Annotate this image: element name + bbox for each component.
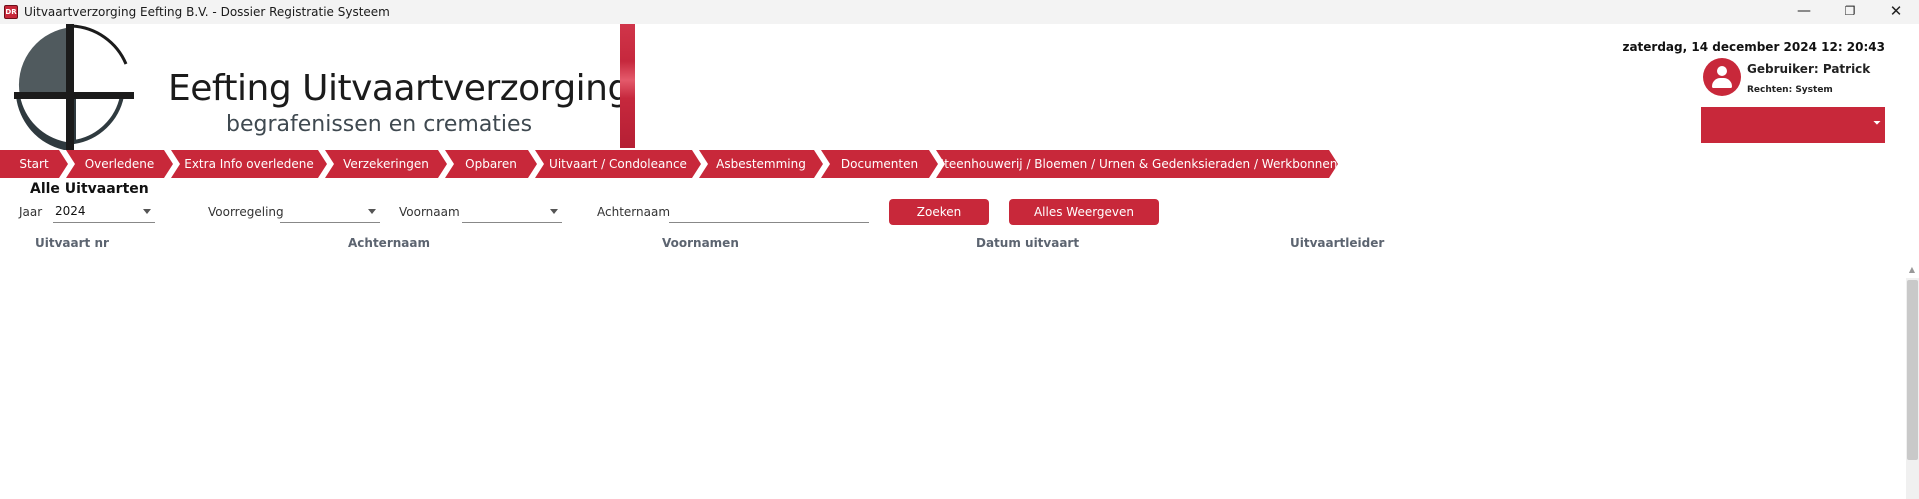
app-icon: DR [4,5,18,19]
logo-name: Eefting Uitvaartverzorging [168,68,630,109]
jaar-select[interactable]: 2024 [53,201,155,223]
user-avatar-icon [1703,58,1741,96]
nav-uitvaart-condoleance[interactable]: Uitvaart / Condoleance [535,150,701,178]
user-name: Gebruiker: Patrick [1747,62,1871,76]
chevron-down-icon: ⏷ [1873,118,1881,129]
voorregeling-label: Voorregeling [208,205,284,219]
chevron-down-icon [550,209,558,214]
nav-start[interactable]: Start [0,150,68,178]
voornaam-label: Voornaam [399,205,460,219]
scroll-up-icon[interactable]: ▲ [1906,263,1918,277]
zoeken-button[interactable]: Zoeken [889,199,989,225]
achternaam-input[interactable] [669,201,869,223]
achternaam-label: Achternaam [597,205,671,219]
chevron-down-icon [143,209,151,214]
main-nav: Start Overledene Extra Info overledene V… [0,150,1340,178]
column-header-datum-uitvaart[interactable]: Datum uitvaart [976,236,1079,250]
maximize-button[interactable]: ❐ [1827,0,1873,24]
nav-documenten[interactable]: Documenten [821,150,938,178]
jaar-label: Jaar [19,205,43,219]
company-logo: Eefting Uitvaartverzorging begrafenissen… [14,24,634,150]
nav-overledene[interactable]: Overledene [66,150,173,178]
page-title: Alle Uitvaarten [30,181,149,197]
column-header-achternaam[interactable]: Achternaam [348,236,430,250]
voornaam-select[interactable] [462,201,562,223]
alles-weergeven-button[interactable]: Alles Weergeven [1009,199,1159,225]
scrollbar-thumb[interactable] [1907,280,1918,460]
column-header-uitvaartleider[interactable]: Uitvaartleider [1290,236,1384,250]
window-title: Uitvaartverzorging Eefting B.V. - Dossie… [24,5,390,19]
decorative-strip [620,24,635,148]
nav-steenhouwerij-werkbonnen[interactable]: Steenhouwerij / Bloemen / Urnen & Gedenk… [936,150,1338,178]
logo-cross-icon [14,24,134,150]
user-menu-dropdown[interactable]: ⏷ [1701,107,1885,143]
chevron-down-icon [368,209,376,214]
window-titlebar: DR Uitvaartverzorging Eefting B.V. - Dos… [0,0,1919,24]
nav-asbestemming[interactable]: Asbestemming [699,150,823,178]
close-button[interactable]: ✕ [1873,0,1919,24]
column-header-voornamen[interactable]: Voornamen [662,236,739,250]
nav-extra-info-overledene[interactable]: Extra Info overledene [171,150,327,178]
user-rights: Rechten: System [1747,85,1833,95]
nav-opbaren[interactable]: Opbaren [445,150,537,178]
column-header-uitvaart-nr[interactable]: Uitvaart nr [35,236,109,250]
nav-verzekeringen[interactable]: Verzekeringen [325,150,447,178]
logo-tagline: begrafenissen en crematies [226,112,533,137]
minimize-button[interactable]: — [1781,0,1827,24]
current-datetime: zaterdag, 14 december 2024 12: 20:43 [1622,40,1885,54]
voorregeling-select[interactable] [280,201,380,223]
